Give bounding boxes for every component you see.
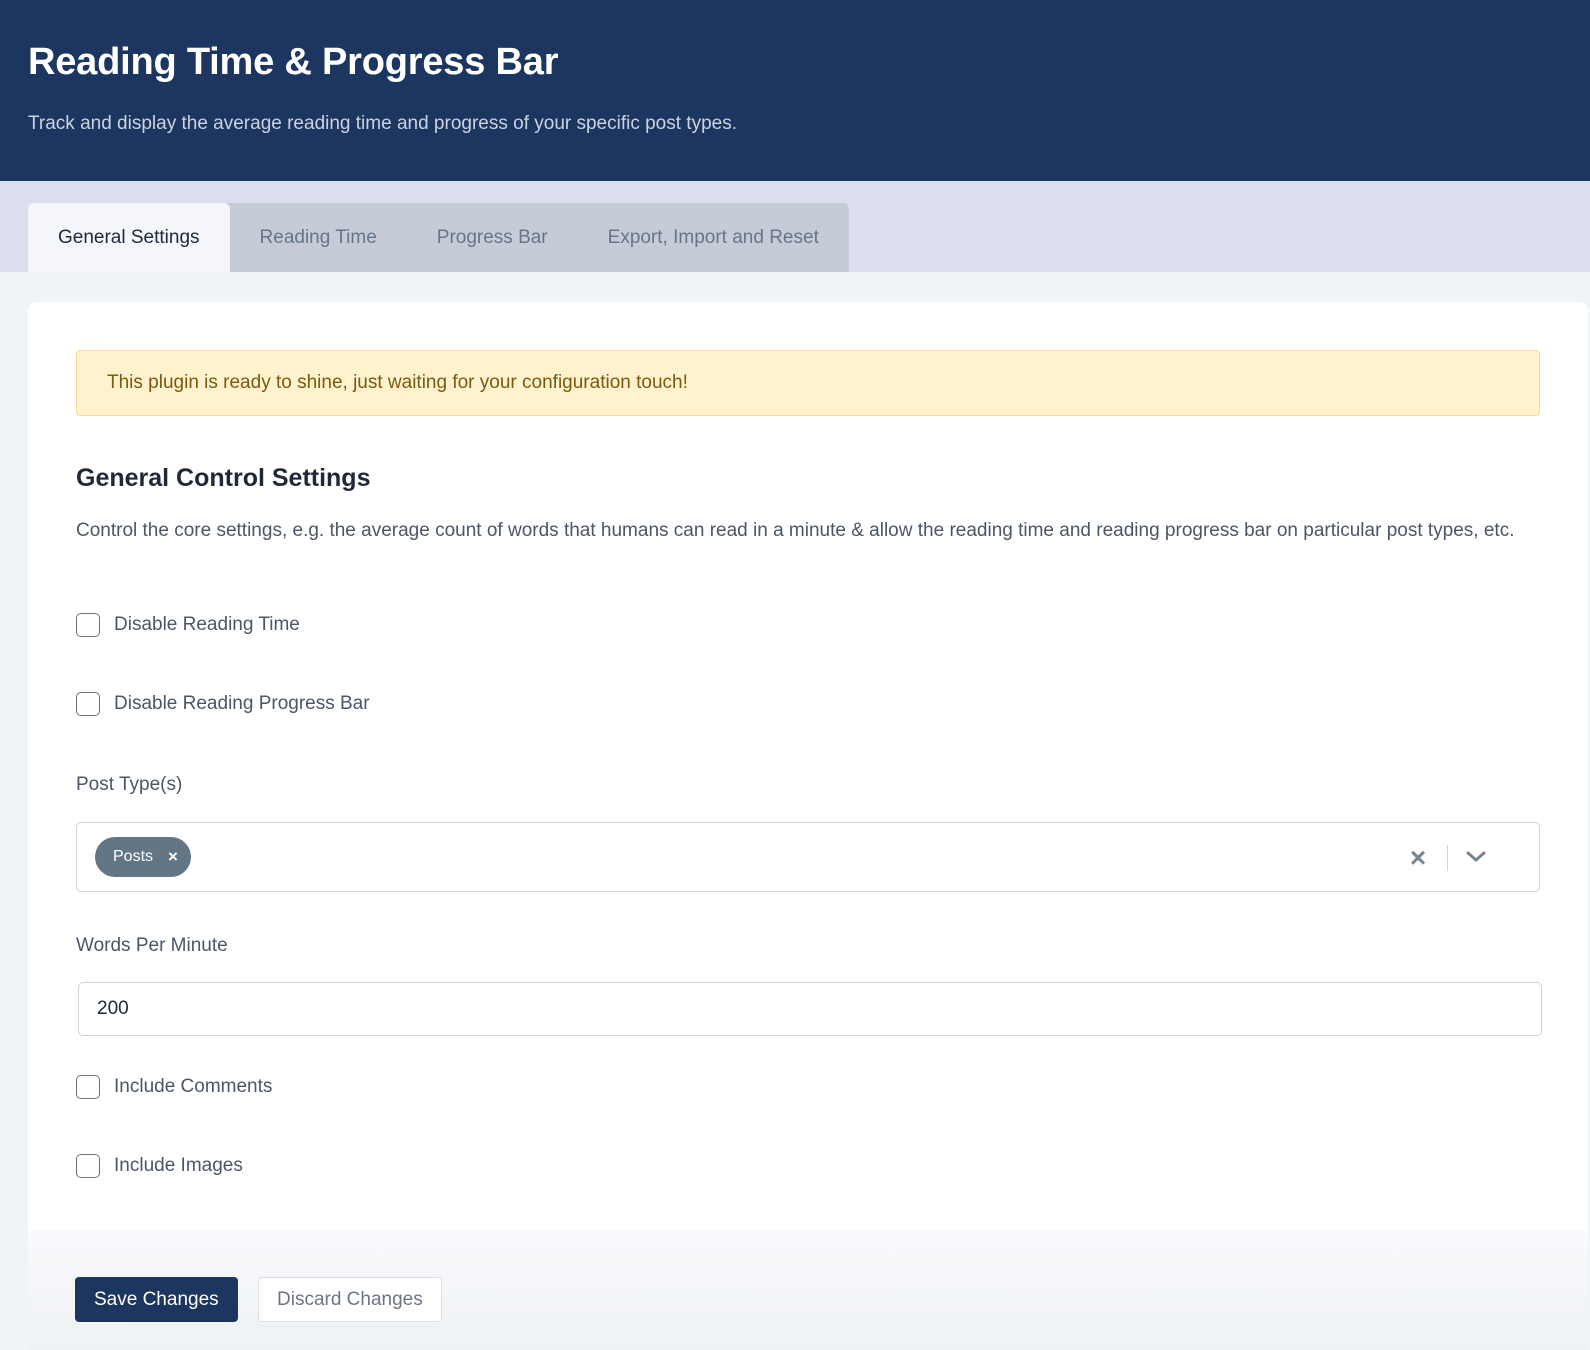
form-footer: Save Changes Discard Changes (28, 1230, 1588, 1350)
words-per-minute-input[interactable] (78, 982, 1542, 1036)
page-header: Reading Time & Progress Bar Track and di… (0, 0, 1590, 181)
section-title: General Control Settings (76, 464, 371, 492)
config-notice: This plugin is ready to shine, just wait… (76, 350, 1540, 416)
include-images-checkbox[interactable] (76, 1154, 100, 1178)
page-title: Reading Time & Progress Bar (28, 41, 559, 83)
tab-general-settings[interactable]: General Settings (28, 203, 230, 272)
post-type-chip: Posts × (95, 837, 192, 877)
settings-card: This plugin is ready to shine, just wait… (28, 302, 1588, 1350)
tab-reading-time[interactable]: Reading Time (230, 203, 407, 272)
tab-bar: General Settings Reading Time Progress B… (0, 181, 1590, 272)
tab-progress-bar[interactable]: Progress Bar (407, 203, 578, 272)
close-icon[interactable]: × (166, 847, 180, 867)
notice-text: This plugin is ready to shine, just wait… (107, 372, 688, 393)
disable-reading-time-label: Disable Reading Time (114, 614, 300, 635)
tab-list: General Settings Reading Time Progress B… (28, 203, 849, 272)
disable-progress-bar-option[interactable]: Disable Reading Progress Bar (76, 692, 370, 716)
disable-progress-bar-checkbox[interactable] (76, 692, 100, 716)
chevron-down-icon[interactable] (1461, 841, 1491, 871)
include-comments-label: Include Comments (114, 1076, 273, 1097)
include-images-option[interactable]: Include Images (76, 1154, 243, 1178)
include-comments-checkbox[interactable] (76, 1075, 100, 1099)
save-changes-button[interactable]: Save Changes (75, 1277, 238, 1322)
close-icon[interactable]: × (1403, 843, 1433, 873)
words-per-minute-label: Words Per Minute (76, 935, 228, 956)
select-separator (1447, 845, 1448, 871)
post-types-label: Post Type(s) (76, 774, 183, 795)
page-subtitle: Track and display the average reading ti… (28, 113, 738, 134)
include-images-label: Include Images (114, 1155, 243, 1176)
section-description: Control the core settings, e.g. the aver… (76, 520, 1515, 541)
discard-changes-button[interactable]: Discard Changes (258, 1277, 442, 1322)
tab-export-import-reset[interactable]: Export, Import and Reset (578, 203, 849, 272)
post-type-chip-label: Posts (113, 848, 154, 865)
disable-reading-time-checkbox[interactable] (76, 613, 100, 637)
disable-progress-bar-label: Disable Reading Progress Bar (114, 693, 370, 714)
disable-reading-time-option[interactable]: Disable Reading Time (76, 613, 300, 637)
post-types-select[interactable]: Posts × × (76, 822, 1540, 892)
include-comments-option[interactable]: Include Comments (76, 1075, 272, 1099)
